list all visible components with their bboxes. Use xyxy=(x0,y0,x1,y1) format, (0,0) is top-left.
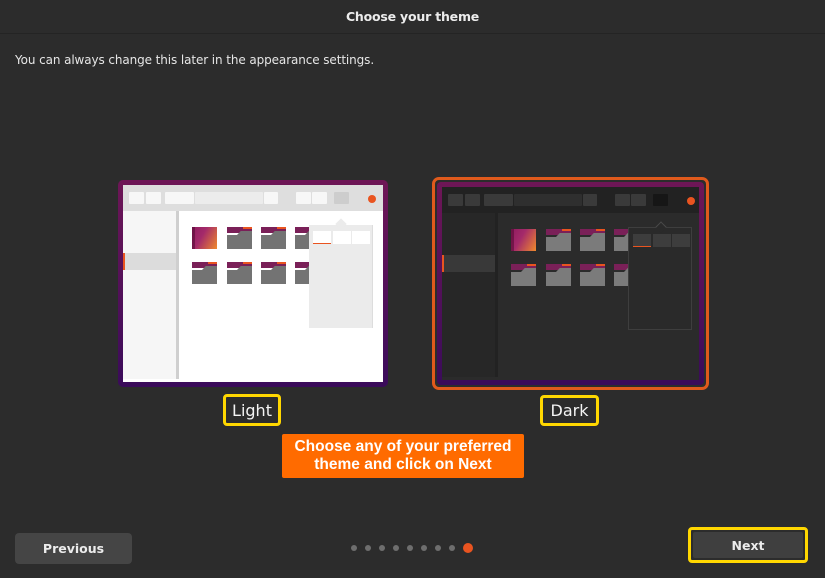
instruction-callout: Choose any of your preferred theme and cl… xyxy=(282,434,524,478)
popover-arrow-icon xyxy=(335,218,347,230)
preview-sidebar-selected-item xyxy=(123,253,176,270)
preview-view-button xyxy=(296,192,311,204)
dark-theme-preview xyxy=(442,187,699,380)
preview-close-icon xyxy=(687,197,695,205)
folder-icon xyxy=(192,227,217,249)
preview-back-button xyxy=(448,194,463,206)
preview-popover-button xyxy=(633,234,651,247)
folder-icon xyxy=(261,227,286,249)
preview-close-icon xyxy=(368,195,376,203)
theme-label-dark[interactable]: Dark xyxy=(540,395,599,426)
folder-icon xyxy=(511,229,536,251)
preview-popover xyxy=(628,221,692,330)
preview-menu-button xyxy=(334,192,349,204)
preview-popover-button xyxy=(313,231,331,244)
folder-icon xyxy=(580,229,605,251)
page-indicator xyxy=(351,543,473,553)
next-button[interactable]: Next xyxy=(693,532,803,558)
preview-titlebar xyxy=(442,187,699,213)
page-dot xyxy=(351,545,357,551)
page-dot xyxy=(449,545,455,551)
preview-path-segment xyxy=(484,194,513,206)
dark-theme-frame xyxy=(437,182,704,385)
header-bar: Choose your theme xyxy=(0,0,825,34)
page-title: Choose your theme xyxy=(345,9,480,24)
folder-icon xyxy=(546,229,571,251)
folder-icon xyxy=(546,264,571,286)
page-dot-active xyxy=(463,543,473,553)
page-dot xyxy=(421,545,427,551)
installer-window: Choose your theme You can always change … xyxy=(0,0,825,578)
preview-path-bar xyxy=(195,192,263,204)
theme-label-light-text: Light xyxy=(232,400,272,420)
preview-view-button xyxy=(312,192,327,204)
preview-view-button xyxy=(615,194,630,206)
preview-sidebar xyxy=(442,213,498,377)
preview-popover xyxy=(309,218,373,328)
preview-back-button xyxy=(129,192,144,204)
preview-forward-button xyxy=(465,194,480,206)
preview-path-segment xyxy=(583,194,597,206)
preview-path-segment xyxy=(264,192,278,204)
preview-forward-button xyxy=(146,192,161,204)
folder-icon xyxy=(227,227,252,249)
page-dot xyxy=(365,545,371,551)
popover-arrow-icon xyxy=(655,221,667,233)
preview-sidebar xyxy=(123,211,179,379)
theme-label-dark-text: Dark xyxy=(550,401,589,420)
light-theme-preview xyxy=(123,185,383,382)
preview-titlebar xyxy=(123,185,383,211)
page-dot xyxy=(407,545,413,551)
instruction-callout-text: Choose any of your preferred theme and cl… xyxy=(294,438,512,473)
preview-popover-button xyxy=(333,231,351,244)
folder-icon xyxy=(192,262,217,284)
preview-popover-button xyxy=(653,234,671,247)
theme-option-dark[interactable] xyxy=(432,177,709,390)
preview-popover-button xyxy=(672,234,690,247)
folder-icon xyxy=(511,264,536,286)
page-dot xyxy=(393,545,399,551)
subtitle-text: You can always change this later in the … xyxy=(15,53,375,67)
preview-path-segment xyxy=(165,192,194,204)
previous-button[interactable]: Previous xyxy=(15,533,132,564)
theme-label-light[interactable]: Light xyxy=(223,394,281,426)
folder-icon xyxy=(261,262,286,284)
preview-sidebar-selected-item xyxy=(442,255,495,272)
preview-popover-button xyxy=(352,231,370,244)
preview-menu-button xyxy=(653,194,668,206)
page-dot xyxy=(435,545,441,551)
theme-option-light[interactable] xyxy=(118,180,388,387)
folder-icon xyxy=(227,262,252,284)
preview-view-button xyxy=(631,194,646,206)
preview-path-bar xyxy=(514,194,582,206)
page-dot xyxy=(379,545,385,551)
folder-icon xyxy=(580,264,605,286)
next-button-highlight: Next xyxy=(688,527,808,563)
